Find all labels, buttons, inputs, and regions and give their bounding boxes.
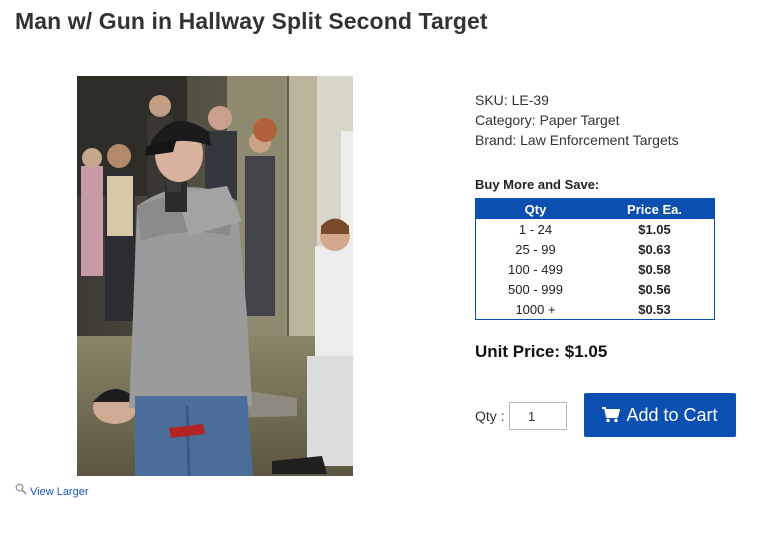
pricing-price-cell: $0.58 bbox=[638, 261, 671, 277]
qty-column-header: Qty bbox=[475, 198, 595, 219]
magnifier-icon bbox=[15, 483, 27, 495]
pricing-price-cell: $0.53 bbox=[638, 301, 671, 317]
pricing-row: 25 - 99 $0.63 bbox=[476, 239, 715, 259]
pricing-row: 1000 + $0.53 bbox=[476, 299, 715, 320]
qty-label: Qty : bbox=[475, 408, 505, 424]
bulk-pricing-title: Buy More and Save: bbox=[475, 177, 600, 192]
pricing-qty-cell: 1 - 24 bbox=[518, 221, 553, 237]
add-to-cart-label: Add to Cart bbox=[626, 404, 718, 425]
view-larger-label[interactable]: View Larger bbox=[30, 486, 89, 498]
pricing-qty-cell: 1000 + bbox=[515, 301, 556, 317]
page-title: Man w/ Gun in Hallway Split Second Targe… bbox=[15, 8, 488, 34]
pricing-row: 100 - 499 $0.58 bbox=[476, 259, 715, 279]
add-to-cart-button[interactable]: Add to Cart bbox=[584, 393, 736, 437]
price-column-header: Price Ea. bbox=[595, 198, 715, 219]
pricing-row: 1 - 24 $1.05 bbox=[476, 219, 715, 239]
quantity-input[interactable] bbox=[509, 402, 567, 430]
product-photo-graphic bbox=[77, 76, 353, 476]
pricing-price-cell: $0.63 bbox=[638, 241, 671, 257]
product-category: Category: Paper Target bbox=[475, 112, 620, 128]
pricing-qty-cell: 100 - 499 bbox=[508, 261, 563, 277]
pricing-qty-cell: 500 - 999 bbox=[508, 281, 563, 297]
shopping-cart-icon bbox=[602, 407, 621, 423]
pricing-qty-cell: 25 - 99 bbox=[515, 241, 556, 257]
product-sku: SKU: LE-39 bbox=[475, 92, 549, 108]
pricing-header-row: Qty Price Ea. bbox=[475, 198, 715, 219]
product-meta: SKU: LE-39 Category: Paper Target Brand:… bbox=[475, 90, 679, 150]
view-larger-link[interactable]: View Larger bbox=[15, 483, 89, 498]
product-image[interactable] bbox=[77, 76, 353, 476]
pricing-row: 500 - 999 $0.56 bbox=[476, 279, 715, 299]
product-brand: Brand: Law Enforcement Targets bbox=[475, 132, 679, 148]
pricing-price-cell: $0.56 bbox=[638, 281, 671, 297]
bulk-pricing-table: Qty Price Ea. 1 - 24 $1.05 25 - 99 $0.63… bbox=[475, 198, 715, 320]
unit-price: Unit Price: $1.05 bbox=[475, 342, 608, 361]
pricing-price-cell: $1.05 bbox=[638, 221, 671, 237]
